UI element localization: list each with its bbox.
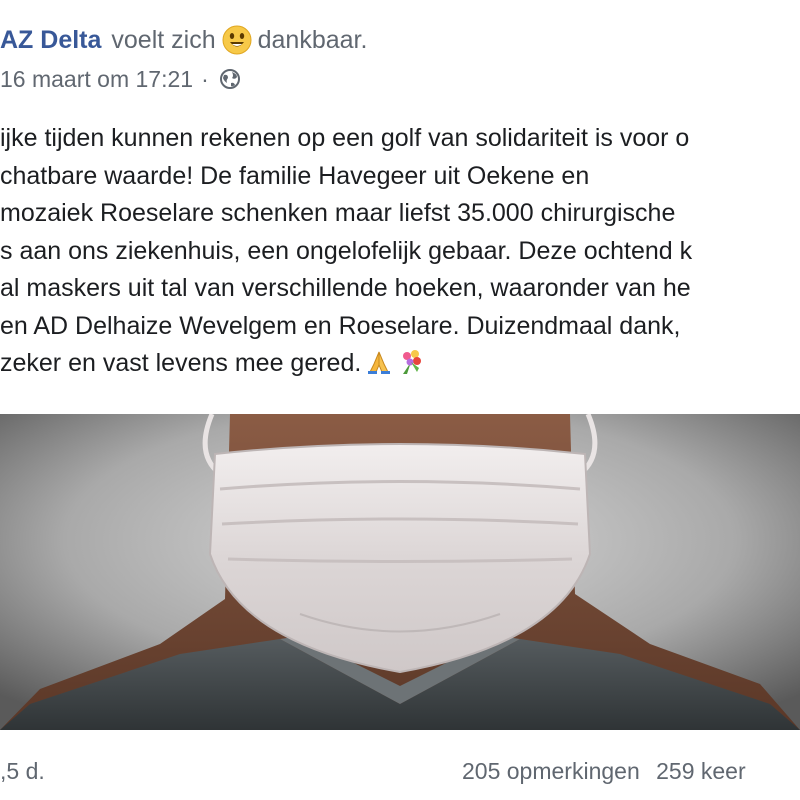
engagement-stats: 205 opmerkingen 259 keer <box>462 758 746 785</box>
post-text-line: ijke tijden kunnen rekenen op een golf v… <box>0 124 690 152</box>
post-text-line: al maskers uit tal van verschillende hoe… <box>0 274 691 302</box>
post-timestamp[interactable]: 16 maart om 17:21 <box>0 66 193 93</box>
folded-hands-emoji-icon <box>365 348 393 376</box>
post-text-line-content: zeker en vast levens mee gered. <box>0 349 362 377</box>
post-text-line: en AD Delhaize Wevelgem en Roeselare. Du… <box>0 311 681 340</box>
post-body-text: ijke tijden kunnen rekenen op een golf v… <box>0 120 800 383</box>
post-meta: 16 maart om 17:21 · <box>0 64 241 94</box>
bouquet-emoji-icon <box>397 348 425 376</box>
astonished-smile-emoji-icon <box>222 25 252 55</box>
globe-icon[interactable] <box>219 68 241 90</box>
post-photo-surgical-mask[interactable] <box>0 414 800 730</box>
shares-count-link[interactable]: 259 keer <box>656 758 746 784</box>
post-text-line-last: zeker en vast levens mee gered. <box>0 345 800 383</box>
comments-count-link[interactable]: 205 opmerkingen <box>462 758 640 784</box>
feeling-label[interactable]: dankbaar. <box>258 26 368 55</box>
post-footer: ,5 d. 205 opmerkingen 259 keer <box>0 752 800 792</box>
feeling-prefix: voelt zich <box>111 25 216 54</box>
reactions-count[interactable]: ,5 d. <box>0 758 45 785</box>
page-name-link[interactable]: AZ Delta <box>0 26 101 55</box>
post-text-line: chatbare waarde! De familie Havegeer uit… <box>0 161 590 190</box>
meta-separator: · <box>201 65 209 92</box>
post-header: AZ Delta voelt zich dankbaar. <box>0 22 367 58</box>
post-text-line: mozaiek Roeselare schenken maar liefst 3… <box>0 199 676 227</box>
post-text-line: s aan ons ziekenhuis, een ongelofelijk g… <box>0 236 693 265</box>
facebook-post: AZ Delta voelt zich dankbaar. 16 maart o… <box>0 0 800 800</box>
